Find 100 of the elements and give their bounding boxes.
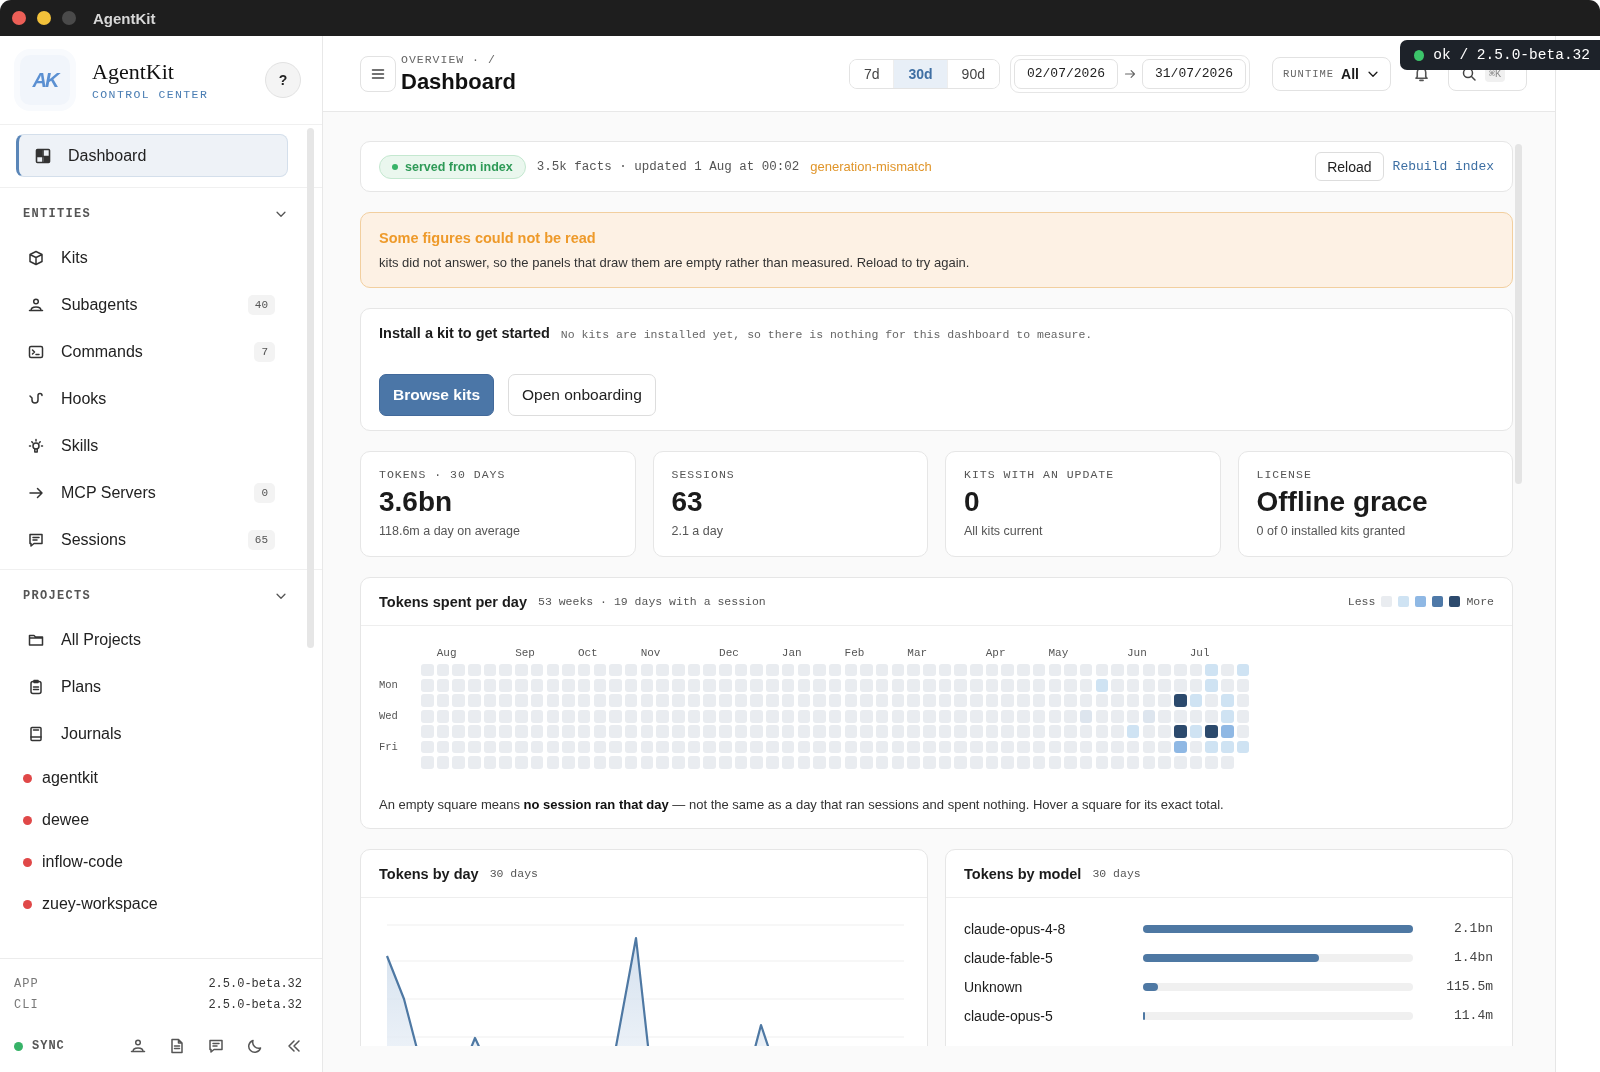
browse-kits-button[interactable]: Browse kits [379, 374, 494, 416]
sync-label: SYNC [32, 1039, 65, 1053]
month-label: Nov [640, 647, 662, 659]
index-info: 3.5k facts · updated 1 Aug at 00:02 [536, 159, 800, 174]
card-title: Install a kit to get started [379, 325, 550, 341]
clipboard-icon [28, 678, 44, 695]
close-button[interactable] [12, 11, 26, 25]
model-value: 1.4bn [1454, 950, 1493, 965]
date-field[interactable]: 02/07/2026 [1013, 58, 1118, 89]
breadcrumb: OVERVIEW · / [401, 52, 497, 66]
terminal-icon [28, 343, 44, 360]
warning-text: generation-mismatch [810, 159, 932, 174]
runtime-select[interactable]: RUNTIME All [1272, 56, 1391, 91]
version-value: 2.5.0-beta.32 [208, 997, 302, 1012]
stat-label: LICENSE [1256, 468, 1313, 481]
cube-icon [28, 249, 44, 266]
person-icon[interactable] [130, 1038, 146, 1054]
month-label: Sep [515, 647, 536, 659]
count-badge: 0 [254, 482, 275, 503]
project-item[interactable]: zuey-workspace [20, 883, 288, 925]
legend-swatch [1432, 596, 1444, 607]
month-label: Jul [1189, 647, 1211, 659]
runtime-label: RUNTIME [1283, 67, 1335, 80]
sidebar-item[interactable]: Commands 7 [16, 328, 288, 375]
message-icon [28, 531, 44, 548]
sidebar-item[interactable]: Sessions 65 [16, 516, 288, 563]
grid-icon [35, 147, 51, 164]
month-label: Oct [577, 647, 599, 659]
sidebar-item[interactable]: All Projects [16, 616, 288, 663]
date-field[interactable]: 31/07/2026 [1142, 58, 1246, 89]
month-label: Aug [436, 647, 458, 659]
model-name: claude-opus-4-8 [964, 920, 1067, 937]
alert-message: kits did not answer, so the panels that draw them are empty rather than measured. Reload to try again. [379, 255, 971, 270]
sidebar-item[interactable]: Journals [16, 710, 288, 757]
arrow-icon [1124, 67, 1136, 80]
reload-button[interactable]: Reload [1315, 152, 1384, 181]
project-item[interactable]: agentkit [20, 757, 288, 799]
zoom-button[interactable] [62, 11, 76, 25]
card-note: No kits are installed yet, so there is nothing for this dashboard to measure. [560, 328, 1093, 341]
sidebar-item[interactable]: Subagents 40 [16, 281, 288, 328]
month-label: Dec [719, 647, 740, 659]
model-value: 115.5m [1446, 979, 1493, 994]
model-name: claude-opus-5 [964, 1007, 1054, 1024]
footnote: An empty square means no session ran that day — not the same as a day that ran sessions and spent nothing. Hover a square for its exact total. [379, 797, 1225, 813]
day-square[interactable] [1174, 694, 1187, 708]
card-title: Tokens by day [379, 865, 479, 882]
stat-note: 118.6m a day on average [379, 524, 521, 538]
sidebar-item[interactable]: Dashboard [16, 134, 288, 177]
project-item[interactable]: dewee [20, 799, 288, 841]
message-icon[interactable] [208, 1038, 224, 1054]
alert-title: Some figures could not be read [379, 230, 597, 246]
minimize-button[interactable] [37, 11, 51, 25]
sidebar-item[interactable]: Plans [16, 663, 288, 710]
month-label: May [1048, 647, 1070, 659]
card-title: Tokens spent per day [379, 593, 527, 610]
sidebar-item[interactable]: Skills [16, 422, 288, 469]
section-title: PROJECTS [23, 589, 91, 603]
rebuild-link[interactable]: Rebuild index [1392, 159, 1494, 174]
sidebar-item[interactable]: Hooks [16, 375, 288, 422]
person-icon [28, 296, 44, 313]
stat-label: TOKENS · 30 DAYS [379, 468, 507, 481]
section-title: ENTITIES [23, 207, 91, 221]
range-tab[interactable]: 30d [893, 59, 947, 88]
weekday-label: Mon [379, 678, 399, 692]
legend-swatch [1415, 596, 1427, 607]
stat-note: 0 of 0 installed kits granted [1256, 524, 1407, 538]
lightbulb-icon [28, 437, 44, 454]
card-subtitle: 30 days [1092, 867, 1141, 880]
card-title: Tokens by model [964, 865, 1082, 882]
model-value: 2.1bn [1454, 921, 1493, 936]
stat-value: 3.6bn [379, 486, 454, 518]
help-button[interactable]: ? [265, 62, 301, 98]
day-square[interactable] [1205, 725, 1218, 738]
menu-button[interactable] [360, 55, 396, 92]
legend-swatch [1398, 596, 1410, 607]
month-label: Jan [781, 647, 803, 659]
document-icon[interactable] [169, 1038, 185, 1054]
sidebar-item[interactable]: MCP Servers 0 [16, 469, 288, 516]
weekday-label: Wed [379, 709, 399, 723]
range-tab[interactable]: 90d [946, 59, 999, 88]
brand-name: AgentKit [92, 59, 175, 85]
onboarding-button[interactable]: Open onboarding [508, 374, 656, 416]
stat-note: All kits current [964, 524, 1044, 538]
count-badge: 65 [247, 529, 275, 550]
scrollbar[interactable] [307, 128, 314, 648]
month-label: Mar [907, 647, 929, 659]
moon-icon[interactable] [247, 1038, 263, 1054]
stat-value: 63 [671, 486, 704, 518]
stat-value: Offline grace [1256, 486, 1429, 518]
page-title: Dashboard [401, 68, 516, 95]
stat-label: SESSIONS [671, 468, 736, 481]
version-value: 2.5.0-beta.32 [208, 976, 302, 991]
double-chevron-icon[interactable] [286, 1038, 302, 1054]
model-value: 11.4m [1454, 1008, 1493, 1023]
sidebar-item[interactable]: Kits [16, 234, 288, 281]
stat-value: 0 [964, 486, 981, 518]
model-name: claude-fable-5 [964, 949, 1054, 966]
version-label: APP [14, 976, 39, 991]
day-square[interactable] [1174, 725, 1187, 738]
project-item[interactable]: inflow-code [20, 841, 288, 883]
